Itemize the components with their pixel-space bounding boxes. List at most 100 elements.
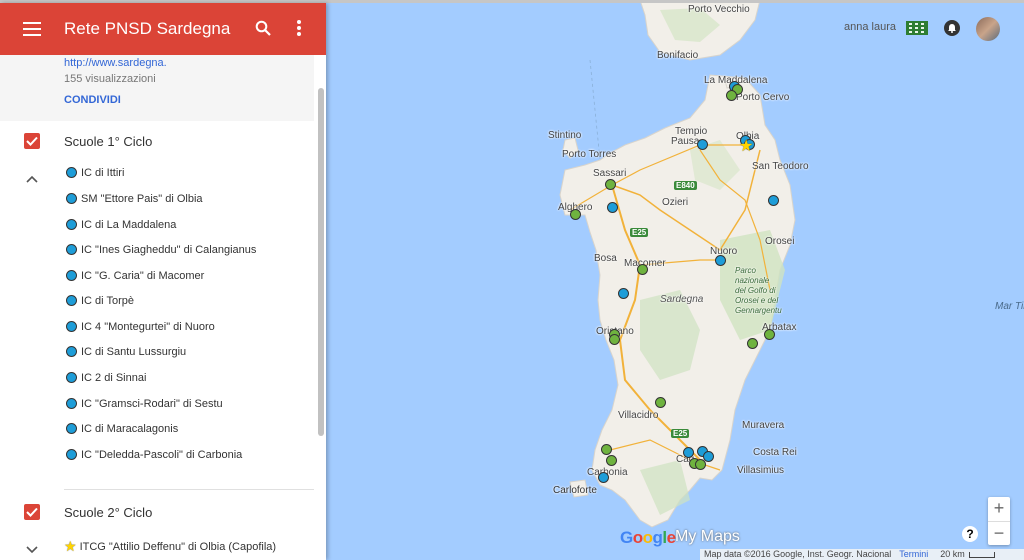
list-item-label: ITCG "Attilio Deffenu" di Olbia (Capofil… xyxy=(79,541,277,553)
place-label-sassari: Sassari xyxy=(593,168,627,179)
list-item[interactable]: IC di Ittiri xyxy=(66,167,124,185)
place-label-porto-vecchio: Porto Vecchio xyxy=(688,4,750,15)
chevron-up-icon[interactable] xyxy=(26,170,38,183)
more-options-icon[interactable] xyxy=(297,20,301,36)
place-label-carloforte: Carloforte xyxy=(553,485,597,496)
place-label-sardegna: Sardegna xyxy=(660,294,704,305)
map-marker[interactable] xyxy=(768,195,779,206)
scale-label: 20 km xyxy=(940,549,965,559)
share-button[interactable]: CONDIVIDI xyxy=(64,94,121,106)
blue-circle-icon xyxy=(66,270,77,281)
map-marker[interactable] xyxy=(764,329,775,340)
list-item-label: IC di La Maddalena xyxy=(81,219,177,231)
list-item[interactable]: IC di Maracalagonis xyxy=(66,423,178,441)
blue-circle-icon xyxy=(66,244,77,255)
map-title: Rete PNSD Sardegna xyxy=(64,19,231,38)
road-shield-e25-north: E25 xyxy=(630,228,649,237)
map-footer: Map data ©2016 Google, Inst. Geogr. Naci… xyxy=(700,549,1024,560)
map-marker[interactable] xyxy=(609,334,620,345)
place-label-parco: Parco nazionale del Golfo di Orosei e de… xyxy=(735,266,782,315)
map-marker[interactable] xyxy=(637,264,648,275)
list-item-label: IC di Ittiri xyxy=(81,167,125,179)
list-item-label: IC "Ines Giagheddu" di Calangianus xyxy=(81,244,257,256)
blue-circle-icon xyxy=(66,449,77,460)
list-item[interactable]: IC 4 "Montegurtei" di Nuoro xyxy=(66,321,215,339)
zoom-controls: + − xyxy=(988,497,1010,545)
panel-header: Rete PNSD Sardegna xyxy=(0,3,326,55)
zoom-in-button[interactable]: + xyxy=(988,497,1010,522)
map-marker[interactable] xyxy=(695,459,706,470)
map-link[interactable]: http://www.sardegna. xyxy=(64,57,167,69)
place-label-san-teodoro: San Teodoro xyxy=(752,161,809,172)
scale-bar xyxy=(968,551,995,558)
list-item[interactable]: IC "Ines Giagheddu" di Calangianus xyxy=(66,244,256,262)
place-label-pausania: Pausa xyxy=(671,136,700,147)
place-label-bonifacio: Bonifacio xyxy=(657,50,699,61)
map-marker[interactable] xyxy=(606,455,617,466)
road-shield-e25-south: E25 xyxy=(671,429,690,438)
road-shield-e840: E840 xyxy=(674,181,697,190)
search-icon[interactable] xyxy=(255,20,271,36)
list-item-label: SM "Ettore Pais" di Olbia xyxy=(81,193,203,205)
map-marker[interactable] xyxy=(570,209,581,220)
blue-circle-icon xyxy=(66,372,77,383)
list-item-label: IC "Gramsci-Rodari" di Sestu xyxy=(81,398,223,410)
place-label-stintino: Stintino xyxy=(548,130,582,141)
map-marker[interactable] xyxy=(618,288,629,299)
list-item[interactable]: IC "Deledda-Pascoli" di Carbonia xyxy=(66,449,242,467)
map-marker[interactable] xyxy=(605,179,616,190)
yellow-star-icon: ★ xyxy=(64,538,77,554)
layer-title-scuole-1[interactable]: Scuole 1° Ciclo xyxy=(64,134,152,149)
blue-circle-icon xyxy=(66,167,77,178)
map-marker[interactable] xyxy=(683,447,694,458)
user-avatar[interactable] xyxy=(976,17,1000,41)
map-marker-star[interactable]: ★ xyxy=(739,139,753,155)
terms-link[interactable]: Termini xyxy=(899,549,928,559)
layer-title-scuole-2[interactable]: Scuole 2° Ciclo xyxy=(64,505,152,520)
layer-divider xyxy=(64,489,314,490)
map-marker[interactable] xyxy=(607,202,618,213)
list-item[interactable]: IC di La Maddalena xyxy=(66,219,176,237)
list-item-label: IC di Maracalagonis xyxy=(81,423,179,435)
panel-scrollbar[interactable] xyxy=(318,88,324,436)
list-item-label: IC "G. Caria" di Macomer xyxy=(81,270,205,282)
list-item[interactable]: IC di Santu Lussurgiu xyxy=(66,346,186,364)
blue-circle-icon xyxy=(66,346,77,357)
mymaps-logo: My Maps xyxy=(675,528,740,545)
map-marker[interactable] xyxy=(747,338,758,349)
map-marker[interactable] xyxy=(601,444,612,455)
list-item[interactable]: IC "G. Caria" di Macomer xyxy=(66,270,204,288)
list-item[interactable]: ★ ITCG "Attilio Deffenu" di Olbia (Capofi… xyxy=(64,538,276,556)
zoom-out-button[interactable]: − xyxy=(988,522,1010,546)
hamburger-menu-icon[interactable] xyxy=(23,22,41,36)
map-marker[interactable] xyxy=(697,139,708,150)
list-item[interactable]: IC di Torpè xyxy=(66,295,134,313)
list-item-label: IC 4 "Montegurtei" di Nuoro xyxy=(81,321,215,333)
map-marker[interactable] xyxy=(598,472,609,483)
chevron-down-icon[interactable] xyxy=(26,541,38,554)
map-marker[interactable] xyxy=(655,397,666,408)
user-name[interactable]: anna laura xyxy=(844,21,896,33)
list-item-label: IC 2 di Sinnai xyxy=(81,372,147,384)
place-label-costa-rei: Costa Rei xyxy=(753,447,797,458)
list-item[interactable]: SM "Ettore Pais" di Olbia xyxy=(66,193,203,211)
map-marker[interactable] xyxy=(726,90,737,101)
views-count: 155 visualizzazioni xyxy=(64,73,156,85)
layer-checkbox-scuole-1[interactable] xyxy=(24,133,40,149)
place-label-porto-cervo: Porto Cervo xyxy=(736,92,790,103)
blue-circle-icon xyxy=(66,423,77,434)
blue-circle-icon xyxy=(66,295,77,306)
notifications-bell-icon[interactable] xyxy=(944,20,960,36)
blue-circle-icon xyxy=(66,398,77,409)
place-label-villacidro: Villacidro xyxy=(618,410,659,421)
map-marker[interactable] xyxy=(715,255,726,266)
list-item[interactable]: IC 2 di Sinnai xyxy=(66,372,146,390)
list-item-label: IC di Torpè xyxy=(81,295,134,307)
place-label-ozieri: Ozieri xyxy=(662,197,689,208)
blue-circle-icon xyxy=(66,321,77,332)
help-button[interactable]: ? xyxy=(962,526,978,542)
list-item[interactable]: IC "Gramsci-Rodari" di Sestu xyxy=(66,398,223,416)
layer-checkbox-scuole-2[interactable] xyxy=(24,504,40,520)
apps-grid-icon[interactable] xyxy=(906,21,928,35)
place-label-muravera: Muravera xyxy=(742,420,785,431)
